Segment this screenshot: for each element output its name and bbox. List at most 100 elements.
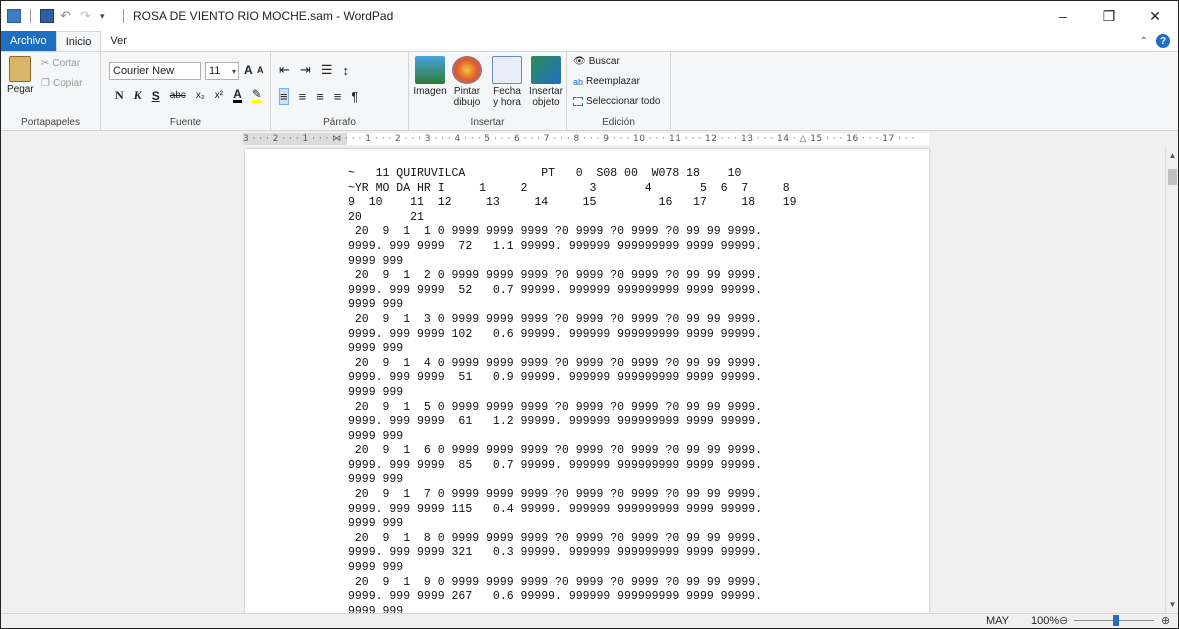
zoom-slider-thumb[interactable] (1113, 615, 1119, 626)
decrease-indent-icon[interactable]: ⇤ (279, 62, 290, 78)
document-line: 9999. 999 9999 52 0.7 99999. 999999 9999… (348, 283, 763, 297)
paint-drawing-button[interactable]: Pintar dibujo (449, 56, 485, 108)
calendar-icon (492, 56, 522, 84)
highlight-icon[interactable]: ✎ (251, 88, 262, 103)
bold-button[interactable]: N (115, 88, 124, 103)
scroll-thumb[interactable] (1168, 169, 1177, 185)
document-line: 9999 999 (348, 342, 404, 356)
text-color-button[interactable]: A (233, 88, 242, 103)
align-right-icon[interactable]: ≡ (316, 89, 324, 104)
document-line: 9999. 999 9999 85 0.7 99999. 999999 9999… (348, 458, 763, 472)
separator (30, 9, 31, 23)
document-page[interactable]: ~ 11 QUIRUVILCA PT 0 S08 00 W078 18 10 ~Y… (245, 149, 929, 613)
ribbon-tabs: Archivo Inicio Ver (1, 31, 1178, 51)
group-label: Portapapeles (21, 117, 80, 128)
paragraph-icon[interactable]: ¶ (351, 89, 358, 104)
font-family-select[interactable]: Courier New (109, 62, 201, 80)
underline-button[interactable]: S (152, 89, 160, 103)
vertical-scrollbar[interactable]: ▲ ▼ (1165, 147, 1178, 613)
find-button[interactable]: 👁 Buscar (573, 56, 620, 67)
customize-quick-access-icon[interactable]: ▾ (100, 9, 114, 23)
document-workspace: ~ 11 QUIRUVILCA PT 0 S08 00 W078 18 10 ~Y… (1, 147, 1165, 613)
ruler-scale: 3 · · · 2 · · · 1 · · · ⋈ · · · 1 · · · … (243, 134, 915, 144)
italic-button[interactable]: K (134, 88, 142, 103)
group-paragraph: ⇤ ⇥ ☰ ↕ ≡ ≡ ≡ ≡ ¶ Párrafo (271, 52, 409, 130)
paint-label: Pintar dibujo (453, 86, 481, 108)
scroll-down-icon[interactable]: ▼ (1166, 600, 1179, 609)
format-buttons: N K S abc x₂ x² A ✎ (115, 88, 262, 103)
justify-icon[interactable]: ≡ (334, 89, 342, 104)
font-size-select[interactable]: 11 ▾ (205, 62, 239, 80)
group-insert: Imagen Pintar dibujo Fecha y hora Insert… (409, 52, 567, 130)
tab-inicio[interactable]: Inicio (55, 31, 102, 51)
document-line: 9999. 999 9999 72 1.1 99999. 999999 9999… (348, 239, 763, 253)
paste-label: Pegar (7, 84, 34, 95)
subscript-button[interactable]: x₂ (196, 90, 205, 101)
app-icon[interactable] (7, 9, 21, 23)
align-center-icon[interactable]: ≡ (299, 89, 307, 104)
undo-icon[interactable]: ↶ (60, 9, 74, 23)
quick-access-toolbar: ↶ ↷ ▾ (1, 9, 127, 23)
select-all-button[interactable]: Seleccionar todo (573, 96, 661, 107)
help-icon[interactable]: ? (1156, 34, 1170, 48)
zoom-in-button[interactable]: ⊕ (1161, 614, 1170, 627)
scissors-icon: ✂ (41, 58, 50, 69)
document-line: 20 9 1 1 0 9999 9999 9999 ?0 9999 ?0 999… (348, 225, 763, 239)
datetime-button[interactable]: Fecha y hora (489, 56, 525, 108)
replace-label: Reemplazar (586, 76, 640, 87)
scroll-up-icon[interactable]: ▲ (1166, 151, 1179, 160)
image-icon (415, 56, 445, 84)
save-icon[interactable] (40, 9, 54, 23)
superscript-button[interactable]: x² (215, 90, 223, 101)
group-clipboard: Pegar ✂ Cortar ❐ Copiar Portapapeles (1, 52, 101, 130)
tab-archivo[interactable]: Archivo (1, 31, 56, 51)
document-line: 20 21 (348, 210, 424, 224)
maximize-button[interactable]: ❐ (1086, 1, 1132, 31)
ribbon: Pegar ✂ Cortar ❐ Copiar Portapapeles Couri… (1, 51, 1178, 131)
cut-label: Cortar (52, 58, 81, 69)
document-line: 9999. 999 9999 102 0.6 99999. 999999 999… (348, 327, 763, 341)
window-title: ROSA DE VIENTO RIO MOCHE.sam - WordPad (133, 9, 394, 23)
align-left-icon[interactable]: ≡ (279, 88, 289, 105)
collapse-ribbon-icon[interactable]: ⌃ (1140, 36, 1148, 47)
replace-button[interactable]: ab Reemplazar (573, 76, 640, 87)
zoom-out-button[interactable]: ⊖ (1059, 614, 1068, 627)
shrink-font-button[interactable]: A (257, 65, 264, 75)
line-spacing-icon[interactable]: ↕ (342, 63, 349, 78)
paste-icon (9, 56, 32, 82)
status-bar: MAY 100% ⊖ ⊕ (1, 613, 1178, 628)
minimize-button[interactable]: – (1040, 1, 1086, 31)
document-line: 9999. 999 9999 115 0.4 99999. 999999 999… (348, 502, 763, 516)
copy-button[interactable]: ❐ Copiar (41, 78, 82, 89)
increase-indent-icon[interactable]: ⇥ (300, 62, 311, 78)
title-bar: ↶ ↷ ▾ ROSA DE VIENTO RIO MOCHE.sam - Wor… (1, 1, 1178, 31)
document-line: 20 9 1 6 0 9999 9999 9999 ?0 9999 ?0 999… (348, 444, 763, 458)
separator (123, 9, 124, 23)
copy-label: Copiar (52, 78, 83, 89)
ruler-track[interactable]: 3 · · · 2 · · · 1 · · · ⋈ · · · 1 · · · … (243, 133, 929, 145)
strikethrough-button[interactable]: abc (170, 90, 186, 101)
document-line: 9999. 999 9999 321 0.3 99999. 999999 999… (348, 546, 763, 560)
paste-button[interactable]: Pegar (7, 56, 34, 95)
group-editing: 👁 Buscar ab Reemplazar Seleccionar todo Ed… (567, 52, 671, 130)
bullets-icon[interactable]: ☰ (321, 62, 333, 78)
chevron-down-icon: ▾ (231, 66, 236, 76)
document-line: 9999 999 (348, 429, 404, 443)
image-button[interactable]: Imagen (413, 56, 447, 97)
document-text[interactable]: ~ 11 QUIRUVILCA PT 0 S08 00 W078 18 10 ~Y… (348, 167, 797, 613)
ribbon-controls: ⌃ ? (1140, 34, 1170, 48)
document-line: 9 10 11 12 13 14 15 16 17 18 19 (348, 196, 797, 210)
select-all-icon (573, 97, 583, 106)
insert-object-button[interactable]: Insertar objeto (527, 56, 565, 108)
ruler[interactable]: 3 · · · 2 · · · 1 · · · ⋈ · · · 1 · · · … (1, 131, 1178, 147)
font-size-value: 11 (209, 65, 221, 77)
redo-icon[interactable]: ↷ (80, 9, 94, 23)
close-button[interactable]: ✕ (1132, 1, 1178, 31)
cut-button[interactable]: ✂ Cortar (41, 58, 80, 69)
window-controls: – ❐ ✕ (1040, 1, 1178, 31)
document-line: 9999 999 (348, 604, 404, 613)
tab-ver[interactable]: Ver (101, 31, 136, 51)
copy-icon: ❐ (41, 78, 50, 89)
grow-font-button[interactable]: A (244, 63, 253, 77)
datetime-label: Fecha y hora (493, 86, 521, 108)
